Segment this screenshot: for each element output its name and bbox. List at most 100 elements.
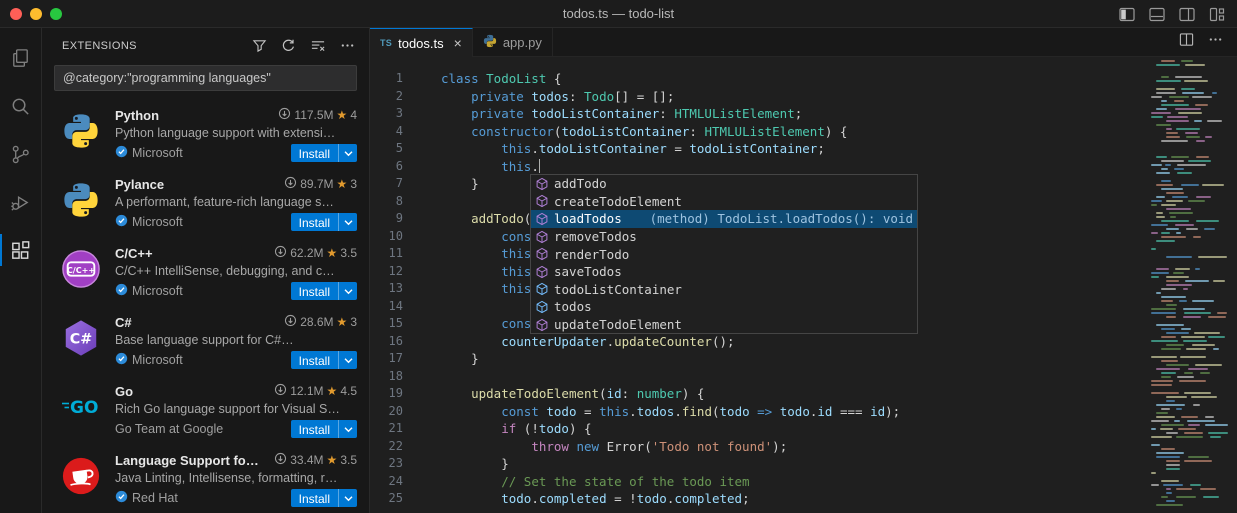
zoom-window-button[interactable] [50,8,62,20]
suggestion-label: todoListContainer [554,282,682,297]
python-extension-icon [60,179,102,221]
activity-source-control-icon[interactable] [0,130,42,178]
symbol-method-icon [534,317,550,333]
symbol-method-icon [534,246,550,262]
extensions-search-input[interactable] [54,65,357,91]
star-icon: ★ [337,177,348,191]
suggestion-item[interactable]: addTodo [531,175,917,193]
suggestion-item[interactable]: updateTodoElement [531,316,917,334]
downloads-icon [274,245,287,261]
extension-list-item[interactable]: C# C# 28.6M ★ 3 Base language support fo… [42,306,369,375]
close-window-button[interactable] [10,8,22,20]
code-text: updateTodoElement(id: number) { [410,385,704,403]
download-count: 28.6M [300,315,333,329]
code-text: constructor(todoListContainer: HTMLUList… [410,123,847,141]
code-text: } [410,350,479,368]
code-line: 18 [370,368,1148,386]
extension-stats: 89.7M ★ 3 [284,176,357,192]
editor-more-actions-icon[interactable] [1208,32,1223,52]
line-number: 20 [370,403,410,421]
install-button[interactable]: Install [291,420,357,438]
go-extension-icon: GO [60,386,102,428]
line-number: 11 [370,245,410,263]
install-dropdown-icon[interactable] [339,489,357,507]
line-number: 13 [370,280,410,298]
customize-layout-icon[interactable] [1209,7,1225,22]
verified-publisher-icon [115,214,128,230]
intellisense-suggest-widget: addTodo createTodoElement loadTodos (met… [530,174,918,334]
symbol-method-icon [534,176,550,192]
extension-description: A performant, feature-rich language s… [115,195,357,209]
minimap[interactable] [1148,57,1237,513]
downloads-icon [284,176,297,192]
refresh-icon[interactable] [281,38,296,53]
close-tab-icon[interactable]: × [454,36,462,50]
activity-extensions-icon[interactable] [0,226,42,274]
activity-search-icon[interactable] [0,82,42,130]
extension-publisher: Microsoft [115,145,291,161]
extension-list-item[interactable]: C/C++ C/C++ 62.2M ★ 3.5 C/C++ IntelliSen… [42,237,369,306]
toggle-primary-sidebar-icon[interactable] [1119,7,1135,22]
install-button[interactable]: Install [291,144,357,162]
line-number: 10 [370,228,410,246]
code-text: private todos: Todo[] = []; [410,88,674,106]
code-text: class TodoList { [410,70,561,88]
symbol-field-icon [534,281,550,297]
activity-run-debug-icon[interactable] [0,178,42,226]
install-dropdown-icon[interactable] [339,144,357,162]
extension-name: Go [115,384,268,399]
extension-name: Language Support fo… [115,453,268,468]
code-line: 16 counterUpdater.updateCounter(); [370,333,1148,351]
verified-publisher-icon [115,283,128,299]
activity-explorer-icon[interactable] [0,34,42,82]
suggestion-item[interactable]: renderTodo [531,245,917,263]
minimize-window-button[interactable] [30,8,42,20]
verified-publisher-icon [115,145,128,161]
extension-list-item[interactable]: GO Go 12.1M ★ 4.5 Rich Go language suppo… [42,375,369,444]
suggestion-item[interactable]: removeTodos [531,228,917,246]
extension-list-item[interactable]: Language Support fo… 33.4M ★ 3.5 Java Li… [42,444,369,513]
install-dropdown-icon[interactable] [339,213,357,231]
split-editor-icon[interactable] [1179,32,1194,52]
suggestion-item[interactable]: todos [531,298,917,316]
clear-search-results-icon[interactable] [310,38,326,53]
extension-name: C/C++ [115,246,268,261]
code-line: 24 // Set the state of the todo item [370,473,1148,491]
code-line: 3 private todoListContainer: HTMLUListEl… [370,105,1148,123]
install-button[interactable]: Install [291,489,357,507]
code-text: const [410,315,539,333]
install-dropdown-icon[interactable] [339,420,357,438]
install-dropdown-icon[interactable] [339,351,357,369]
code-editor[interactable]: 1class TodoList {2 private todos: Todo[]… [370,57,1237,513]
suggestion-item[interactable]: todoListContainer [531,281,917,299]
extension-publisher: Microsoft [115,283,291,299]
line-number: 18 [370,368,410,386]
extension-name: Python [115,108,272,123]
install-button[interactable]: Install [291,351,357,369]
install-button[interactable]: Install [291,282,357,300]
download-count: 62.2M [290,246,323,260]
line-number: 1 [370,70,410,88]
suggestion-item[interactable]: saveTodos [531,263,917,281]
suggestion-item[interactable]: loadTodos (method) TodoList.loadTodos():… [531,210,917,228]
activity-bar [0,28,42,513]
install-button[interactable]: Install [291,213,357,231]
install-dropdown-icon[interactable] [339,282,357,300]
code-text [410,193,441,211]
more-actions-icon[interactable] [340,38,355,53]
code-text: throw new Error('Todo not found'); [410,438,787,456]
extension-list-item[interactable]: Pylance 89.7M ★ 3 A performant, feature-… [42,168,369,237]
filter-icon[interactable] [252,38,267,53]
extension-list-item[interactable]: Python 117.5M ★ 4 Python language suppor… [42,99,369,168]
toggle-panel-icon[interactable] [1149,7,1165,22]
tab-app-py[interactable]: app.py [473,28,553,56]
suggestion-label: renderTodo [554,247,629,262]
tab-todos-ts[interactable]: TS todos.ts × [370,28,473,57]
typescript-file-icon: TS [380,38,392,48]
toggle-secondary-sidebar-icon[interactable] [1179,7,1195,22]
suggestion-item[interactable]: createTodoElement [531,193,917,211]
svg-text:C#: C# [70,332,92,348]
suggestion-label: updateTodoElement [554,317,682,332]
symbol-method-icon [534,229,550,245]
extension-description: Rich Go language support for Visual S… [115,402,357,416]
